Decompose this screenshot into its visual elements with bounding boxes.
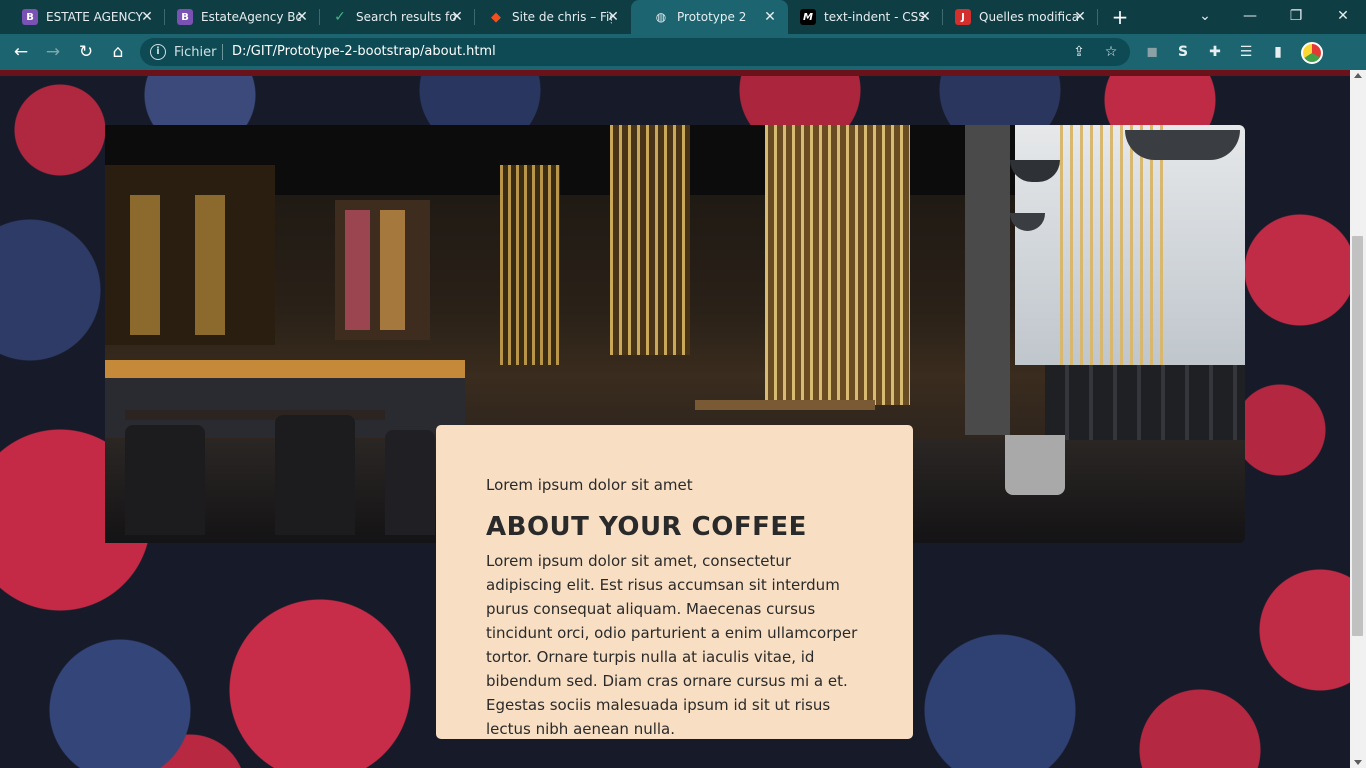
bootstrap-favicon-icon: B bbox=[177, 9, 193, 25]
puzzle-icon[interactable]: ✚ bbox=[1205, 42, 1225, 62]
close-tab-icon[interactable]: ✕ bbox=[294, 9, 310, 25]
wine-shelf bbox=[130, 195, 160, 335]
chair bbox=[125, 425, 205, 535]
scroll-down-arrow-icon[interactable] bbox=[1354, 760, 1362, 765]
mdn-favicon-icon: M bbox=[800, 9, 816, 25]
tab-strip: B ESTATE AGENCY ✕ B EstateAgency Bo ✕ ✓ … bbox=[0, 0, 1366, 34]
tab-label: Search results for bbox=[356, 10, 456, 24]
close-tab-icon[interactable]: ✕ bbox=[1072, 9, 1088, 25]
browser-toolbar: ← → ↻ ⌂ i Fichier D:/GIT/Prototype-2-boo… bbox=[0, 34, 1366, 70]
close-tab-icon[interactable]: ✕ bbox=[139, 9, 155, 25]
tab-site-de-chris[interactable]: ◆ Site de chris – Fig ✕ bbox=[466, 0, 631, 34]
globe-favicon-icon: ◍ bbox=[655, 10, 667, 24]
caption-title: ABOUT YOUR COFFEE bbox=[486, 512, 807, 542]
tab-label: Site de chris – Fig bbox=[512, 10, 612, 24]
info-icon[interactable]: i bbox=[150, 44, 166, 60]
bench-rail bbox=[105, 360, 465, 378]
gold-screen bbox=[765, 125, 910, 405]
tab-estateagency-bo[interactable]: B EstateAgency Bo ✕ bbox=[155, 0, 320, 34]
minimize-button[interactable]: — bbox=[1238, 5, 1262, 27]
page-viewport: Lorem ipsum dolor sit amet ABOUT YOUR CO… bbox=[0, 70, 1350, 768]
chair bbox=[275, 415, 355, 535]
ice-bucket bbox=[1005, 435, 1065, 495]
playlist-icon[interactable]: ☰ bbox=[1236, 42, 1256, 62]
close-tab-icon[interactable]: ✕ bbox=[605, 9, 621, 25]
tab-prototype-2[interactable]: ◍ Prototype 2 ✕ bbox=[631, 0, 788, 34]
sidepanel-icon[interactable]: ▮ bbox=[1268, 42, 1288, 62]
tab-label: Quelles modificat bbox=[979, 10, 1079, 24]
tab-label: text-indent - CSS bbox=[824, 10, 924, 24]
tab-search-chevron-icon[interactable]: ⌄ bbox=[1193, 5, 1217, 27]
gold-screen bbox=[1060, 125, 1170, 365]
back-icon[interactable]: ← bbox=[10, 41, 32, 63]
url-text[interactable]: D:/GIT/Prototype-2-bootstrap/about.html bbox=[232, 44, 496, 59]
new-tab-button[interactable]: + bbox=[1110, 6, 1130, 28]
scrollbar-thumb[interactable] bbox=[1352, 236, 1363, 636]
tab-estate-agency[interactable]: B ESTATE AGENCY ✕ bbox=[0, 0, 165, 34]
tab-separator bbox=[1097, 9, 1098, 25]
chair bbox=[385, 430, 435, 535]
j-favicon-icon: J bbox=[955, 9, 971, 25]
close-tab-icon[interactable]: ✕ bbox=[449, 9, 465, 25]
close-tab-icon[interactable]: ✕ bbox=[917, 9, 933, 25]
wine-shelf bbox=[380, 210, 405, 330]
s-extension-icon[interactable]: S bbox=[1173, 42, 1193, 62]
scroll-up-arrow-icon[interactable] bbox=[1354, 73, 1362, 78]
extension-icon[interactable]: ◼ bbox=[1142, 42, 1162, 62]
wine-shelf bbox=[345, 210, 370, 330]
vue-favicon-icon: ✓ bbox=[334, 9, 346, 25]
wine-shelf bbox=[195, 195, 225, 335]
share-icon[interactable]: ⇪ bbox=[1070, 43, 1088, 61]
tab-search-results[interactable]: ✓ Search results for ✕ bbox=[310, 0, 475, 34]
omnibox-separator bbox=[222, 44, 223, 60]
close-tab-icon[interactable]: ✕ bbox=[762, 9, 778, 25]
tab-label: ESTATE AGENCY bbox=[46, 10, 143, 24]
star-icon[interactable]: ☆ bbox=[1102, 43, 1120, 61]
gold-screen bbox=[500, 165, 560, 365]
profile-avatar[interactable] bbox=[1301, 42, 1323, 64]
round-table bbox=[695, 400, 875, 410]
pendant-lamp bbox=[1125, 130, 1240, 160]
forward-icon[interactable]: → bbox=[42, 41, 64, 63]
restore-button[interactable]: ❐ bbox=[1284, 5, 1308, 27]
about-caption-card: Lorem ipsum dolor sit amet ABOUT YOUR CO… bbox=[436, 425, 913, 739]
vertical-scrollbar[interactable] bbox=[1350, 70, 1366, 768]
caption-subtitle: Lorem ipsum dolor sit amet bbox=[486, 476, 693, 494]
bootstrap-favicon-icon: B bbox=[22, 9, 38, 25]
tab-label: EstateAgency Bo bbox=[201, 10, 301, 24]
address-bar[interactable]: i Fichier D:/GIT/Prototype-2-bootstrap/a… bbox=[140, 38, 1130, 66]
tab-text-indent[interactable]: M text-indent - CSS ✕ bbox=[788, 0, 943, 34]
gold-screen bbox=[610, 125, 690, 355]
top-border bbox=[0, 70, 1350, 76]
tab-quelles-modifications[interactable]: J Quelles modificat ✕ bbox=[943, 0, 1098, 34]
reload-icon[interactable]: ↻ bbox=[75, 41, 97, 63]
concrete-pillar bbox=[965, 125, 1010, 435]
caption-body: Lorem ipsum dolor sit amet, consectetur … bbox=[486, 552, 858, 738]
figma-favicon-icon: ◆ bbox=[491, 9, 501, 25]
home-icon[interactable]: ⌂ bbox=[107, 41, 129, 63]
scheme-label: Fichier bbox=[174, 45, 217, 60]
close-window-button[interactable]: ✕ bbox=[1331, 5, 1355, 27]
